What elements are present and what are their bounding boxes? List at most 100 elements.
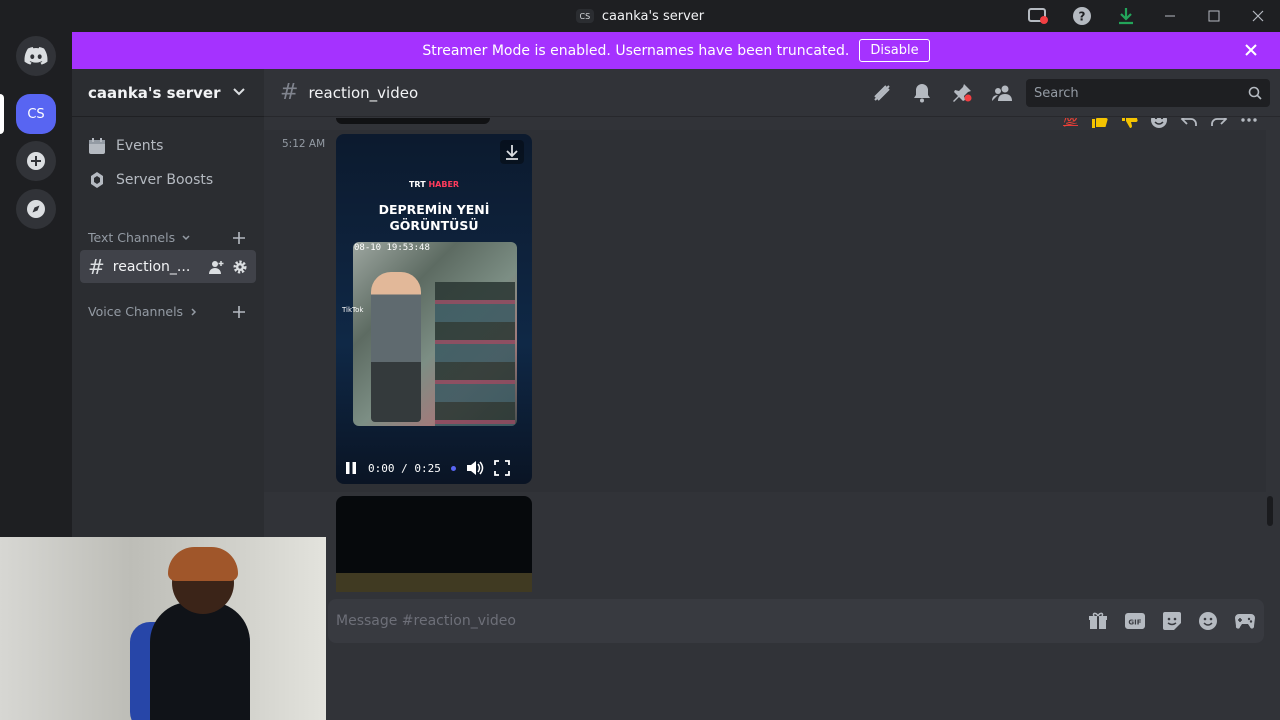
pin-icon[interactable] bbox=[942, 69, 982, 117]
hashtag-icon: # bbox=[88, 254, 105, 279]
text-channels-category[interactable]: Text Channels bbox=[88, 230, 191, 245]
bell-icon[interactable] bbox=[902, 69, 942, 117]
message-actions-bar: 💯 bbox=[1063, 118, 1258, 129]
video-controls: 0:00 / 0:25 bbox=[336, 452, 532, 484]
server-name: caanka's server bbox=[88, 83, 221, 102]
streamer-mode-banner: Streamer Mode is enabled. Usernames have… bbox=[72, 32, 1280, 69]
message-timestamp: 5:12 AM bbox=[282, 138, 326, 150]
thumbs-down-icon[interactable] bbox=[1120, 118, 1138, 129]
close-window-icon[interactable] bbox=[1236, 0, 1280, 32]
forward-icon[interactable] bbox=[1210, 118, 1228, 129]
chevron-right-icon bbox=[191, 307, 197, 316]
voice-channels-category[interactable]: Voice Channels bbox=[88, 304, 199, 319]
person-figure bbox=[371, 272, 421, 422]
tiktok-watermark: TikTok bbox=[342, 306, 364, 314]
message-list[interactable]: 💯 5:12 AM TRT HABER DEPREMİN YENİ GÖRÜNT… bbox=[264, 118, 1280, 592]
selected-server-indicator bbox=[0, 94, 4, 134]
composer-toolbar: GIF bbox=[1088, 599, 1256, 643]
banner-text: Streamer Mode is enabled. Usernames have… bbox=[422, 42, 850, 59]
headline-line-2: GÖRÜNTÜSÜ bbox=[389, 218, 479, 233]
discord-logo-icon bbox=[24, 47, 48, 65]
add-reaction-icon[interactable] bbox=[1150, 118, 1168, 129]
more-options-icon[interactable] bbox=[1240, 118, 1258, 129]
fullscreen-icon[interactable] bbox=[493, 460, 510, 476]
reply-icon[interactable] bbox=[1180, 118, 1198, 129]
volume-icon[interactable] bbox=[466, 460, 484, 476]
sidebar-item-events[interactable]: Events bbox=[80, 130, 256, 162]
video-frame: 08-10 19:53:48 bbox=[353, 242, 517, 426]
category-label: Text Channels bbox=[88, 230, 176, 245]
webcam-headwear bbox=[168, 547, 238, 581]
explore-servers-button[interactable] bbox=[16, 189, 56, 229]
cctv-timestamp: 08-10 19:53:48 bbox=[354, 243, 430, 253]
scrollbar[interactable] bbox=[1267, 496, 1273, 526]
threads-icon[interactable] bbox=[862, 69, 902, 117]
gear-icon[interactable] bbox=[232, 259, 248, 275]
create-channel-plus-icon[interactable] bbox=[232, 231, 246, 245]
title-bar: CS caanka's server ? bbox=[0, 0, 1280, 32]
boost-icon bbox=[91, 172, 103, 188]
compass-icon bbox=[27, 200, 45, 218]
composer-placeholder: Message #reaction_video bbox=[336, 613, 516, 629]
sidebar-item-label: Events bbox=[116, 138, 164, 154]
store-shelf bbox=[435, 282, 515, 426]
search-input[interactable]: Search bbox=[1026, 79, 1270, 107]
hashtag-icon: # bbox=[280, 80, 299, 105]
previous-attachment bbox=[336, 118, 490, 124]
category-label: Voice Channels bbox=[88, 304, 184, 319]
video-attachment-next[interactable] bbox=[336, 496, 532, 592]
headline-line-1: DEPREMİN YENİ bbox=[378, 202, 490, 217]
download-icon[interactable] bbox=[500, 140, 524, 164]
sticker-icon[interactable] bbox=[1162, 611, 1182, 631]
download-icon[interactable] bbox=[1104, 0, 1148, 32]
chevron-down-icon bbox=[182, 234, 190, 240]
title-server-badge: CS bbox=[575, 9, 594, 23]
hundred-emoji-icon[interactable]: 💯 bbox=[1063, 118, 1078, 127]
sidebar-item-label: Server Boosts bbox=[116, 172, 214, 188]
emoji-icon[interactable] bbox=[1198, 611, 1218, 631]
activities-icon[interactable] bbox=[1234, 612, 1256, 630]
plus-icon bbox=[27, 152, 45, 170]
window-controls: ? bbox=[1016, 0, 1280, 32]
minimize-icon[interactable] bbox=[1148, 0, 1192, 32]
webcam-person-body bbox=[150, 602, 250, 720]
chat-main: # reaction_video Search 💯 5:12 AM TRT HA… bbox=[264, 69, 1280, 720]
channel-title: reaction_video bbox=[308, 83, 419, 102]
create-voice-channel-plus-icon[interactable] bbox=[232, 305, 246, 319]
svg-text:?: ? bbox=[1079, 10, 1086, 24]
member-list-icon[interactable] bbox=[982, 69, 1022, 117]
discord-home-button[interactable] bbox=[16, 36, 56, 76]
add-server-button[interactable] bbox=[16, 141, 56, 181]
video-headline: DEPREMİN YENİ GÖRÜNTÜSÜ bbox=[336, 202, 532, 234]
search-icon bbox=[1248, 86, 1262, 100]
window-title: caanka's server bbox=[601, 8, 705, 24]
maximize-icon[interactable] bbox=[1192, 0, 1236, 32]
calendar-icon bbox=[89, 138, 105, 154]
header-toolbar: Search bbox=[862, 69, 1280, 117]
video-attachment[interactable]: TRT HABER DEPREMİN YENİ GÖRÜNTÜSÜ 08-10 … bbox=[336, 134, 532, 484]
pause-icon[interactable] bbox=[344, 461, 358, 475]
news-brand: TRT HABER bbox=[336, 180, 532, 189]
video-time: 0:00 / 0:25 bbox=[368, 461, 441, 475]
channel-name: reaction_... bbox=[112, 258, 191, 275]
gift-icon[interactable] bbox=[1088, 611, 1108, 631]
disable-streamer-mode-button[interactable]: Disable bbox=[859, 39, 930, 62]
sidebar-item-server-boosts[interactable]: Server Boosts bbox=[80, 164, 256, 196]
webcam-overlay bbox=[0, 537, 326, 720]
channel-header: # reaction_video Search bbox=[264, 69, 1280, 117]
brand-trt: TRT bbox=[408, 180, 426, 189]
progress-dot[interactable] bbox=[450, 465, 456, 471]
channel-item-reaction-video[interactable]: # reaction_... bbox=[80, 250, 256, 283]
close-icon[interactable] bbox=[1242, 41, 1260, 59]
chevron-down-icon bbox=[233, 88, 245, 96]
svg-text:GIF: GIF bbox=[1128, 619, 1141, 627]
help-icon[interactable]: ? bbox=[1060, 0, 1104, 32]
gif-icon[interactable]: GIF bbox=[1124, 612, 1146, 630]
server-icon-cs[interactable]: CS bbox=[16, 94, 56, 134]
add-member-icon[interactable] bbox=[208, 259, 224, 275]
message-composer[interactable]: Message #reaction_video GIF bbox=[328, 599, 1264, 643]
server-header[interactable]: caanka's server bbox=[72, 69, 264, 117]
search-placeholder: Search bbox=[1034, 85, 1079, 101]
thumbs-up-icon[interactable] bbox=[1090, 118, 1108, 129]
inbox-icon[interactable] bbox=[1016, 0, 1060, 32]
